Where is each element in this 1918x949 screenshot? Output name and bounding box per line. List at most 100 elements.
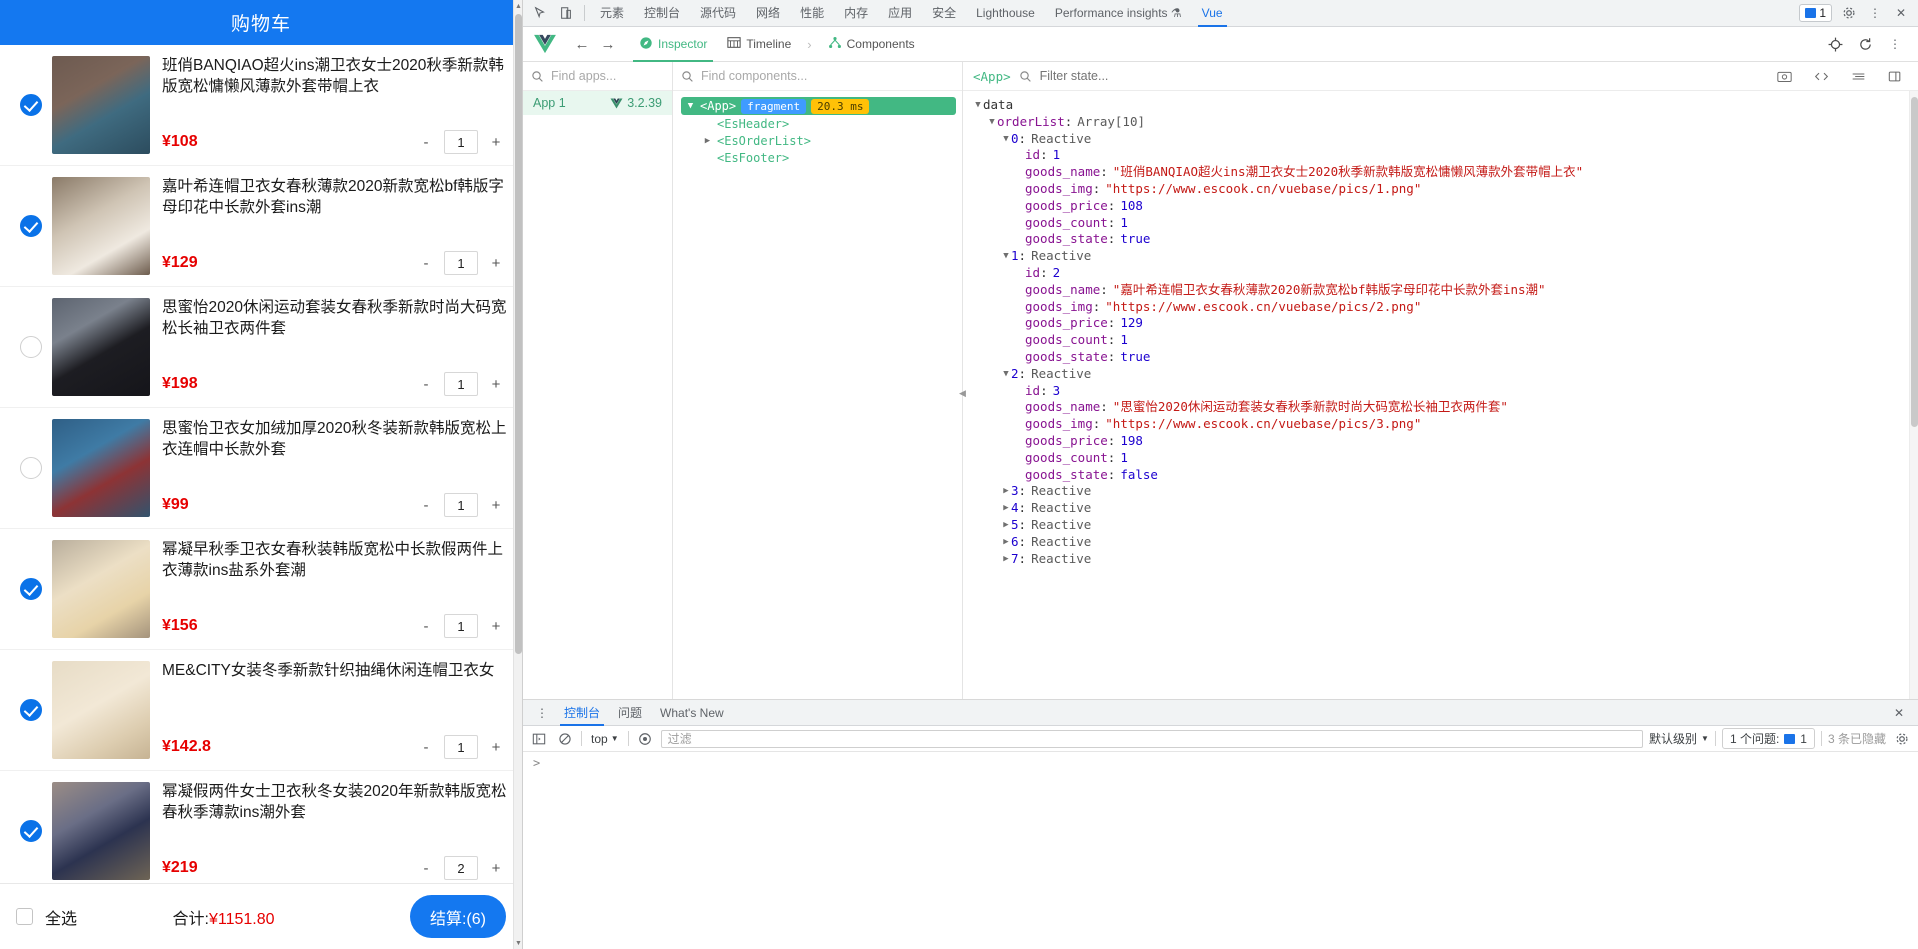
increase-quantity-button[interactable]: + [484, 372, 508, 396]
state-row[interactable]: goods_count:1 [963, 215, 1918, 232]
state-row[interactable]: ▼2:Reactive [963, 366, 1918, 383]
goods-checkbox[interactable] [20, 699, 42, 721]
state-row[interactable]: goods_img:"https://www.escook.cn/vuebase… [963, 181, 1918, 198]
gear-icon[interactable] [1836, 2, 1862, 24]
component-tree-node[interactable]: <EsHeader> [681, 115, 956, 132]
state-caret-icon[interactable]: ▶ [1001, 534, 1011, 551]
goods-checkbox[interactable] [20, 820, 42, 842]
goods-checkbox[interactable] [20, 336, 42, 358]
increase-quantity-button[interactable]: + [484, 251, 508, 275]
decrease-quantity-button[interactable]: - [414, 130, 438, 154]
state-row[interactable]: goods_count:1 [963, 332, 1918, 349]
device-toolbar-icon[interactable] [553, 2, 579, 24]
state-row[interactable]: ▼1:Reactive [963, 248, 1918, 265]
decrease-quantity-button[interactable]: - [414, 614, 438, 638]
scroll-up-arrow[interactable]: ▲ [514, 0, 523, 12]
decrease-quantity-button[interactable]: - [414, 372, 438, 396]
decrease-quantity-button[interactable]: - [414, 493, 438, 517]
vue-back-button[interactable]: ← [569, 36, 595, 53]
console-output[interactable]: > [523, 752, 1918, 949]
state-row[interactable]: ▼orderList:Array[10] [963, 114, 1918, 131]
state-caret-icon[interactable]: ▶ [1001, 483, 1011, 500]
decrease-quantity-button[interactable]: - [414, 251, 438, 275]
scrollbar-thumb[interactable] [515, 14, 522, 654]
state-row[interactable]: id:3 [963, 383, 1918, 400]
devtools-tab-[interactable]: 控制台 [634, 0, 690, 27]
state-row[interactable]: ▶3:Reactive [963, 483, 1918, 500]
devtools-tab-[interactable]: 安全 [922, 0, 966, 27]
drawer-tab-[interactable]: 控制台 [555, 700, 609, 726]
state-caret-icon[interactable]: ▼ [1001, 131, 1011, 148]
state-row[interactable]: goods_price:108 [963, 198, 1918, 215]
state-row[interactable]: ▼data [963, 97, 1918, 114]
devtools-tab-vue[interactable]: Vue [1192, 0, 1233, 27]
vue-more-icon[interactable]: ⋮ [1882, 33, 1908, 55]
drawer-more-icon[interactable]: ⋮ [529, 702, 555, 724]
goods-checkbox[interactable] [20, 94, 42, 116]
decrease-quantity-button[interactable]: - [414, 735, 438, 759]
more-vertical-icon[interactable]: ⋮ [1862, 2, 1888, 24]
increase-quantity-button[interactable]: + [484, 614, 508, 638]
devtools-tab-[interactable]: 元素 [590, 0, 634, 27]
increase-quantity-button[interactable]: + [484, 130, 508, 154]
close-icon[interactable]: ✕ [1888, 2, 1914, 24]
state-row[interactable]: ▶7:Reactive [963, 551, 1918, 568]
state-row[interactable]: ▶4:Reactive [963, 500, 1918, 517]
state-row[interactable]: goods_img:"https://www.escook.cn/vuebase… [963, 416, 1918, 433]
state-row[interactable]: goods_price:198 [963, 433, 1918, 450]
checkout-button[interactable]: 结算:(6) [410, 895, 506, 938]
state-caret-icon[interactable]: ▼ [1001, 366, 1011, 383]
drawer-tab-what-s-new[interactable]: What's New [651, 700, 733, 726]
state-row[interactable]: goods_price:129 [963, 315, 1918, 332]
drawer-close-icon[interactable]: ✕ [1886, 702, 1912, 724]
state-caret-icon[interactable]: ▼ [987, 114, 997, 131]
tree-caret-icon[interactable]: ▼ [686, 101, 695, 111]
decrease-quantity-button[interactable]: - [414, 856, 438, 880]
state-row[interactable]: goods_state:true [963, 231, 1918, 248]
find-apps-input[interactable] [551, 69, 664, 83]
increase-quantity-button[interactable]: + [484, 856, 508, 880]
devtools-tab-performance-insights[interactable]: Performance insights ⚗ [1045, 0, 1192, 27]
issues-badge[interactable]: 1 [1799, 4, 1832, 22]
screenshot-icon[interactable] [1771, 65, 1797, 87]
console-settings-icon[interactable] [1892, 729, 1912, 749]
collapse-icon[interactable] [1845, 65, 1871, 87]
state-row[interactable]: ▶5:Reactive [963, 517, 1918, 534]
state-row[interactable]: id:2 [963, 265, 1918, 282]
vue-tab-components[interactable]: Components [818, 27, 925, 62]
filter-state-input[interactable] [1040, 69, 1763, 83]
scroll-down-arrow[interactable]: ▼ [514, 937, 523, 949]
devtools-tab-[interactable]: 源代码 [690, 0, 746, 27]
tree-caret-icon[interactable]: ▶ [703, 136, 712, 146]
find-components-input[interactable] [701, 69, 954, 83]
devtools-tab-[interactable]: 网络 [746, 0, 790, 27]
refresh-icon[interactable] [1852, 33, 1878, 55]
state-scrollbar[interactable] [1909, 91, 1918, 699]
app-scrollbar[interactable]: ▲ ▼ [513, 0, 522, 949]
state-row[interactable]: goods_name:"思蜜怡2020休闲运动套装女春秋季新款时尚大码宽松长袖卫… [963, 399, 1918, 416]
vue-tab-inspector[interactable]: Inspector [629, 27, 717, 62]
component-tree-node[interactable]: ▼<App>fragment20.3 ms [681, 97, 956, 115]
console-filter-box[interactable] [661, 730, 1643, 748]
app-entry-row[interactable]: App 1 3.2.39 [523, 91, 672, 115]
target-icon[interactable] [1822, 33, 1848, 55]
component-tree-node[interactable]: <EsFooter> [681, 149, 956, 166]
state-row[interactable]: goods_img:"https://www.escook.cn/vuebase… [963, 299, 1918, 316]
sidebar-toggle-icon[interactable] [529, 729, 549, 749]
goods-checkbox[interactable] [20, 457, 42, 479]
increase-quantity-button[interactable]: + [484, 735, 508, 759]
live-expression-icon[interactable] [635, 729, 655, 749]
state-row[interactable]: goods_count:1 [963, 450, 1918, 467]
devtools-tab-lighthouse[interactable]: Lighthouse [966, 0, 1045, 27]
state-caret-icon[interactable]: ▶ [1001, 551, 1011, 568]
code-icon[interactable] [1808, 65, 1834, 87]
select-all-checkbox[interactable] [16, 908, 33, 925]
increase-quantity-button[interactable]: + [484, 493, 508, 517]
clear-console-icon[interactable] [555, 729, 575, 749]
console-context-selector[interactable]: top ▼ [588, 732, 622, 746]
column-splitter[interactable]: ◀ [958, 381, 967, 407]
devtools-tab-[interactable]: 性能 [790, 0, 834, 27]
state-row[interactable]: goods_name:"嘉叶希连帽卫衣女春秋薄款2020新款宽松bf韩版字母印花… [963, 282, 1918, 299]
devtools-tab-[interactable]: 内存 [834, 0, 878, 27]
state-row[interactable]: ▼0:Reactive [963, 131, 1918, 148]
